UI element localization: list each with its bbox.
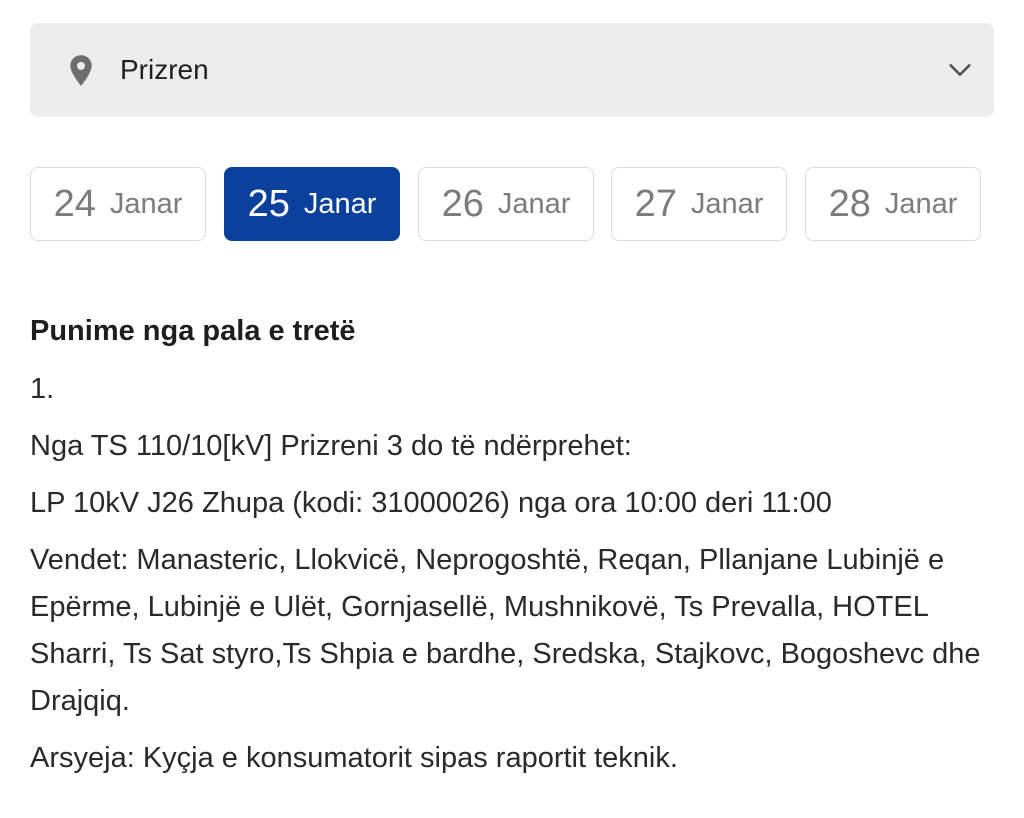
date-tab-28[interactable]: 28 Janar [805, 167, 981, 241]
date-day: 25 [247, 182, 290, 225]
date-day: 26 [441, 182, 484, 225]
outage-notice: Punime nga pala e tretë 1. Nga TS 110/10… [30, 306, 1005, 782]
chevron-down-icon[interactable] [946, 56, 974, 84]
date-month: Janar [109, 187, 183, 220]
map-pin-icon [70, 55, 92, 86]
notice-heading: Punime nga pala e tretë [30, 315, 356, 347]
date-day: 24 [53, 182, 96, 225]
date-day: 28 [828, 182, 871, 225]
notice-line: LP 10kV J26 Zhupa (kodi: 31000026) nga o… [30, 487, 832, 519]
date-month: Janar [303, 187, 377, 220]
notice-number: 1. [30, 373, 55, 405]
date-tab-26[interactable]: 26 Janar [418, 167, 594, 241]
date-day: 27 [634, 182, 677, 225]
date-tab-27[interactable]: 27 Janar [611, 167, 787, 241]
date-tabs: 24 Janar 25 Janar 26 Janar 27 Janar 28 J… [30, 167, 1000, 243]
notice-source: Nga TS 110/10[kV] Prizreni 3 do të ndërp… [30, 430, 632, 462]
date-month: Janar [497, 187, 571, 220]
notice-places: Vendet: Manasteric, Llokvicë, Neprogosht… [30, 544, 981, 717]
date-month: Janar [690, 187, 764, 220]
date-tab-24[interactable]: 24 Janar [30, 167, 206, 241]
location-dropdown[interactable]: Prizren [30, 23, 994, 117]
notice-reason: Arsyeja: Kyçja e konsumatorit sipas rapo… [30, 742, 678, 774]
location-value: Prizren [120, 54, 209, 85]
date-tab-25[interactable]: 25 Janar [224, 167, 400, 241]
date-month: Janar [884, 187, 958, 220]
